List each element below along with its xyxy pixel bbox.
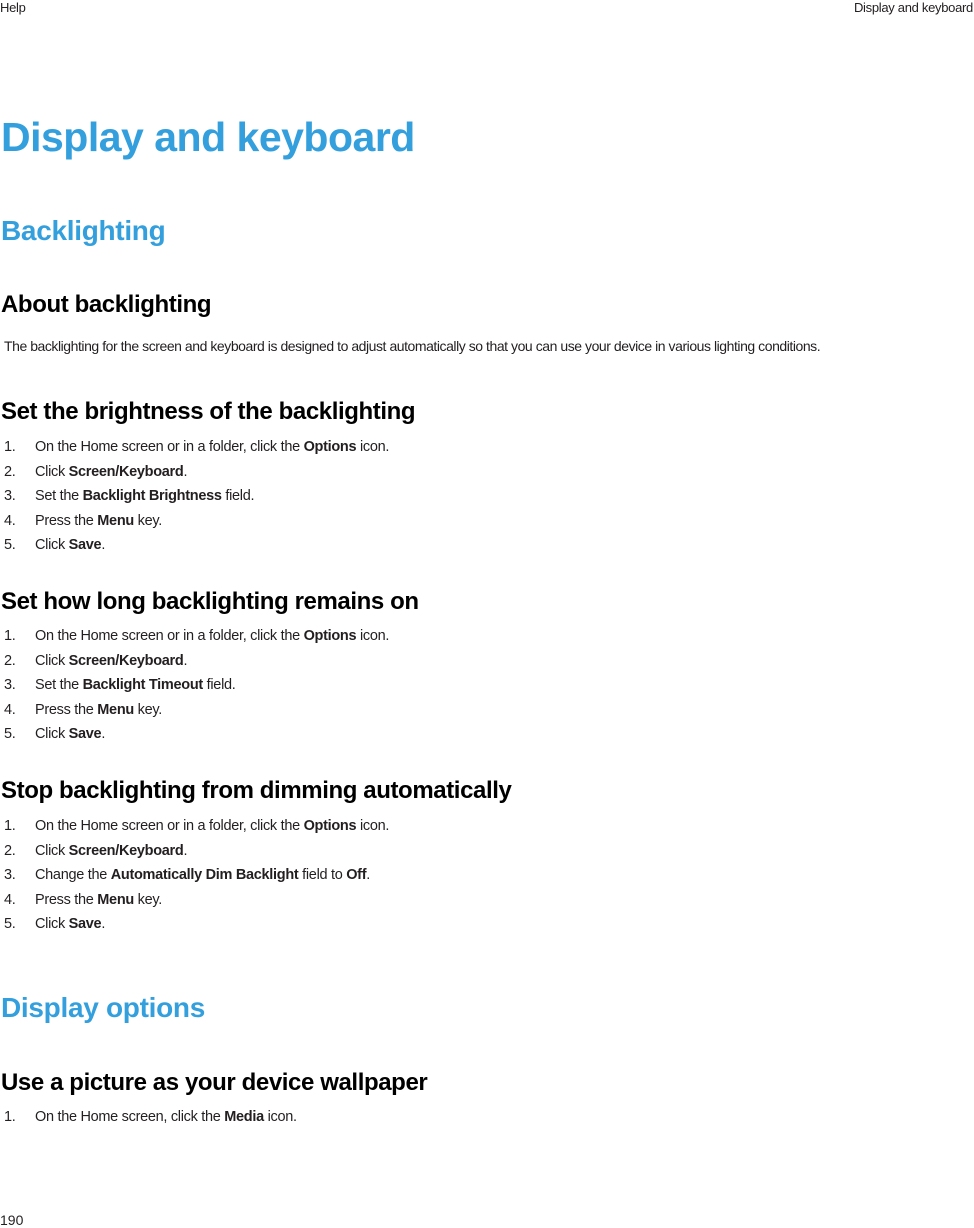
ui-term: Save <box>68 916 102 932</box>
ui-term: Backlight Timeout <box>82 677 204 693</box>
step-text: On the Home screen or in a folder, click… <box>35 439 390 455</box>
ui-term: Screen/Keyboard <box>68 463 184 480</box>
page-title: Display and keyboard <box>1 114 415 160</box>
step-text: On the Home screen or in a folder, click… <box>35 818 390 834</box>
step-number: 3. <box>4 867 16 883</box>
running-header-right: Display and keyboard <box>853 0 973 15</box>
section-heading-backlighting: Backlighting <box>1 215 166 246</box>
step-number: 2. <box>4 652 16 669</box>
step-text: On the Home screen, click the Media icon… <box>35 1109 297 1125</box>
ui-term: Save <box>68 537 102 553</box>
step-text: Click Save. <box>35 726 106 742</box>
step-number: 5. <box>4 916 16 932</box>
ui-term: Media <box>224 1109 264 1125</box>
topic-title-timeout: Set how long backlighting remains on <box>1 588 419 615</box>
step-text: Click Screen/Keyboard. <box>35 463 188 480</box>
step-text: Press the Menu key. <box>35 891 162 908</box>
step-number: 5. <box>4 726 16 742</box>
step-number: 1. <box>4 439 16 455</box>
step-text: Click Screen/Keyboard. <box>35 842 188 859</box>
step-text: On the Home screen or in a folder, click… <box>35 628 390 644</box>
ui-term: Off <box>346 867 367 883</box>
page-number: 190 <box>0 1212 24 1228</box>
ui-term: Save <box>68 726 102 742</box>
ui-term: Screen/Keyboard <box>68 842 184 859</box>
step-text: Set the Backlight Brightness field. <box>35 488 255 504</box>
step-number: 3. <box>4 677 16 693</box>
step-number: 1. <box>4 818 16 834</box>
topic-title-wallpaper: Use a picture as your device wallpaper <box>1 1069 428 1096</box>
ui-term: Screen/Keyboard <box>68 652 184 669</box>
step-number: 1. <box>4 1109 16 1125</box>
step-text: Change the Automatically Dim Backlight f… <box>35 867 370 883</box>
topic-title-stop-dimming: Stop backlighting from dimming automatic… <box>1 777 512 804</box>
step-number: 3. <box>4 488 16 504</box>
step-number: 4. <box>4 891 16 908</box>
ui-term: Backlight Brightness <box>82 488 222 504</box>
ui-term: Menu <box>97 701 134 718</box>
step-text: Press the Menu key. <box>35 701 162 718</box>
ui-term: Options <box>303 818 357 834</box>
ui-term: Automatically Dim Backlight <box>110 867 299 883</box>
step-text: Press the Menu key. <box>35 512 162 529</box>
ui-term: Options <box>303 439 357 455</box>
step-text: Click Screen/Keyboard. <box>35 652 188 669</box>
topic-title-about-backlighting: About backlighting <box>1 291 212 318</box>
step-number: 1. <box>4 628 16 644</box>
running-header-left: Help <box>0 0 26 15</box>
step-text: Click Save. <box>35 537 106 553</box>
step-number: 2. <box>4 463 16 480</box>
step-number: 4. <box>4 512 16 529</box>
ui-term: Options <box>303 628 357 644</box>
step-number: 5. <box>4 537 16 553</box>
topic-title-brightness: Set the brightness of the backlighting <box>1 398 416 425</box>
step-text: Click Save. <box>35 916 106 932</box>
section-heading-display-options: Display options <box>1 992 205 1023</box>
step-number: 4. <box>4 701 16 718</box>
topic-paragraph-about-backlighting: The backlighting for the screen and keyb… <box>4 338 821 354</box>
ui-term: Menu <box>97 891 134 908</box>
step-text: Set the Backlight Timeout field. <box>35 677 236 693</box>
ui-term: Menu <box>97 512 134 529</box>
step-number: 2. <box>4 842 16 859</box>
